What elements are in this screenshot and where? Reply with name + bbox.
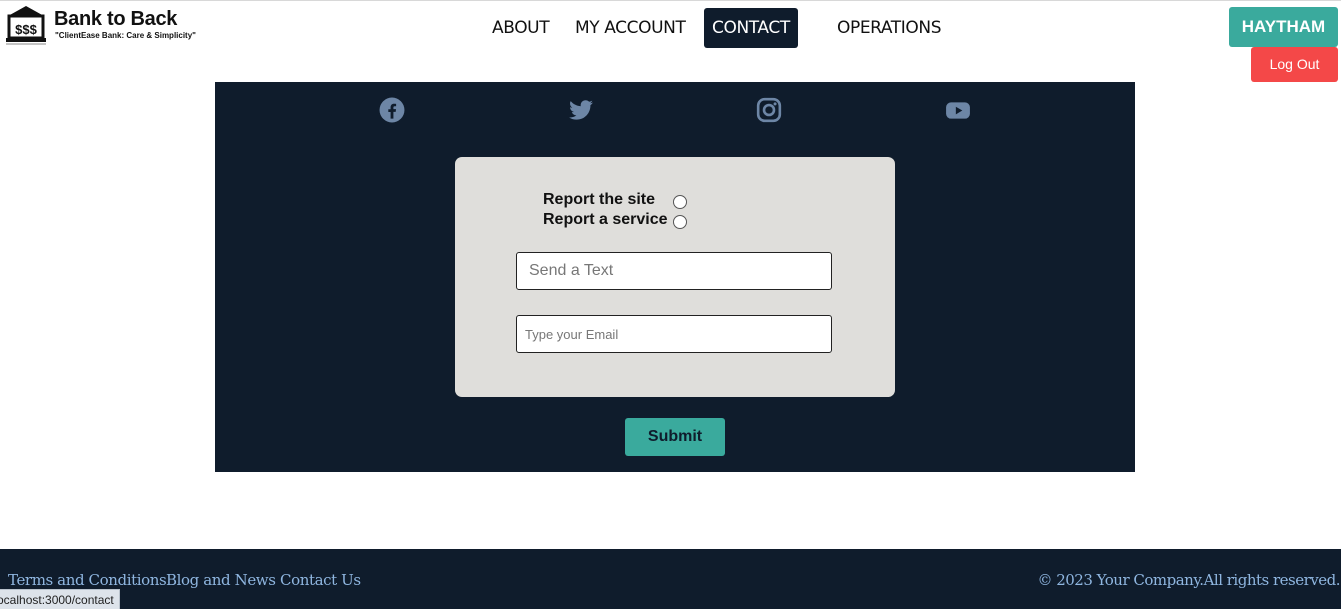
- report-site-label: Report the site: [543, 191, 656, 208]
- nav-my-account[interactable]: MY ACCOUNT: [575, 8, 686, 48]
- twitter-icon[interactable]: [568, 97, 594, 123]
- email-input[interactable]: [516, 315, 832, 353]
- footer-link-contact[interactable]: Contact Us: [280, 571, 361, 589]
- message-input[interactable]: [516, 252, 832, 290]
- nav-about[interactable]: ABOUT: [492, 8, 550, 48]
- brand-title: Bank to Back: [54, 8, 178, 30]
- footer-link-blog[interactable]: Blog and News: [166, 571, 276, 589]
- brand-tagline: "ClientEase Bank: Care & Simplicity": [55, 31, 196, 40]
- top-border: [0, 0, 1341, 1]
- nav-operations[interactable]: OPERATIONS: [837, 8, 941, 48]
- instagram-icon[interactable]: [756, 97, 782, 123]
- contact-panel: Report the site Report a service Submit: [215, 82, 1135, 472]
- user-account-button[interactable]: HAYTHAM: [1229, 7, 1338, 47]
- contact-form-card: Report the site Report a service: [455, 157, 895, 397]
- report-service-label: Report a service: [543, 211, 668, 228]
- facebook-icon[interactable]: [379, 97, 405, 123]
- logout-button[interactable]: Log Out: [1251, 47, 1338, 82]
- nav-contact[interactable]: CONTACT: [704, 8, 798, 48]
- footer-link-terms[interactable]: Terms and Conditions: [8, 571, 167, 589]
- browser-status-url: ocalhost:3000/contact: [0, 589, 120, 609]
- footer: Terms and Conditions Blog and News Conta…: [0, 549, 1341, 609]
- report-service-option: Report a service: [543, 211, 668, 229]
- report-service-radio[interactable]: [673, 215, 687, 229]
- report-site-option: Report the site: [543, 191, 655, 209]
- copyright-text: © 2023 Your Company.All rights reserved.: [1037, 571, 1340, 589]
- brand-logo[interactable]: $$$ Bank to Back "ClientEase Bank: Care …: [4, 4, 214, 46]
- submit-button[interactable]: Submit: [625, 418, 725, 456]
- svg-text:$$$: $$$: [15, 22, 37, 37]
- youtube-icon[interactable]: [945, 97, 971, 123]
- bank-building-icon: $$$: [6, 6, 46, 45]
- report-site-radio[interactable]: [673, 195, 687, 209]
